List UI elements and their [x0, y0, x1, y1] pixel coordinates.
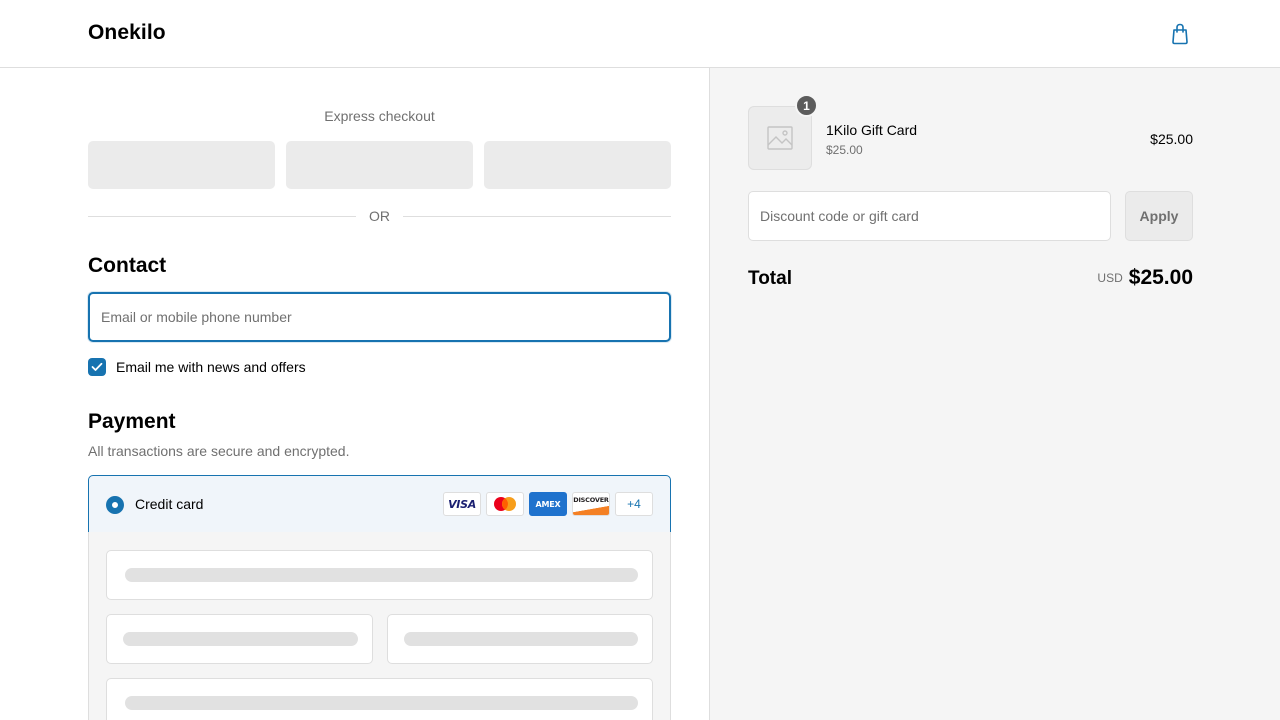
- email-field[interactable]: [88, 292, 671, 342]
- amex-icon: AMEX: [529, 492, 567, 516]
- visa-icon: VISA: [443, 492, 481, 516]
- marketing-checkbox-row[interactable]: Email me with news and offers: [88, 358, 306, 376]
- product-name: 1Kilo Gift Card: [826, 122, 918, 138]
- product-price: $25.00: [1150, 131, 1193, 147]
- order-summary: 1 1Kilo Gift Card $25.00 $25.00 Apply To…: [709, 68, 1280, 720]
- security-code-field[interactable]: [387, 614, 653, 664]
- marketing-checkbox-label: Email me with news and offers: [116, 359, 306, 375]
- cart-button[interactable]: [1168, 22, 1192, 46]
- express-pay-button-3[interactable]: [484, 141, 671, 189]
- express-checkout-title: Express checkout: [324, 108, 435, 124]
- discount-code-input[interactable]: [748, 191, 1111, 241]
- checkout-form: Express checkout OR Contact Email me wit…: [0, 68, 710, 720]
- divider-line-left: [88, 216, 356, 217]
- discover-icon: DISCOVER: [572, 492, 610, 516]
- credit-card-radio[interactable]: [106, 496, 124, 514]
- name-on-card-field[interactable]: [106, 678, 653, 720]
- total-label: Total: [748, 268, 792, 289]
- expiry-field[interactable]: [106, 614, 373, 664]
- card-number-field[interactable]: [106, 550, 653, 600]
- payment-heading: Payment: [88, 410, 176, 433]
- product-variant-price: $25.00: [826, 143, 863, 157]
- or-divider: OR: [369, 208, 390, 224]
- express-pay-button-1[interactable]: [88, 141, 275, 189]
- quantity-badge: 1: [795, 94, 818, 117]
- card-brand-list: VISA AMEX DISCOVER +4: [443, 492, 653, 516]
- store-logo[interactable]: Onekilo: [88, 21, 166, 45]
- shopping-bag-icon: [1172, 23, 1188, 45]
- currency-code: USD: [1097, 271, 1123, 285]
- marketing-checkbox[interactable]: [88, 358, 106, 376]
- contact-heading: Contact: [88, 254, 167, 277]
- credit-card-fields: [88, 532, 671, 720]
- credit-card-option[interactable]: Credit card VISA AMEX DISCOVER +4: [88, 475, 671, 533]
- more-brands-badge: +4: [615, 492, 653, 516]
- total-value: $25.00: [1128, 266, 1193, 289]
- checkmark-icon: [91, 362, 103, 371]
- payment-subtitle: All transactions are secure and encrypte…: [88, 443, 350, 459]
- mastercard-circles-icon: [494, 497, 516, 511]
- loading-placeholder: [123, 632, 358, 646]
- total-amount: USD $25.00: [1010, 266, 1193, 290]
- loading-placeholder: [404, 632, 638, 646]
- express-pay-button-2[interactable]: [286, 141, 473, 189]
- apply-discount-button[interactable]: Apply: [1125, 191, 1193, 241]
- checkout-header: Onekilo: [0, 0, 1280, 68]
- image-placeholder-icon: [767, 126, 793, 150]
- loading-placeholder: [125, 568, 638, 582]
- credit-card-label: Credit card: [135, 496, 204, 512]
- divider-line-right: [403, 216, 671, 217]
- mastercard-icon: [486, 492, 524, 516]
- loading-placeholder: [125, 696, 638, 710]
